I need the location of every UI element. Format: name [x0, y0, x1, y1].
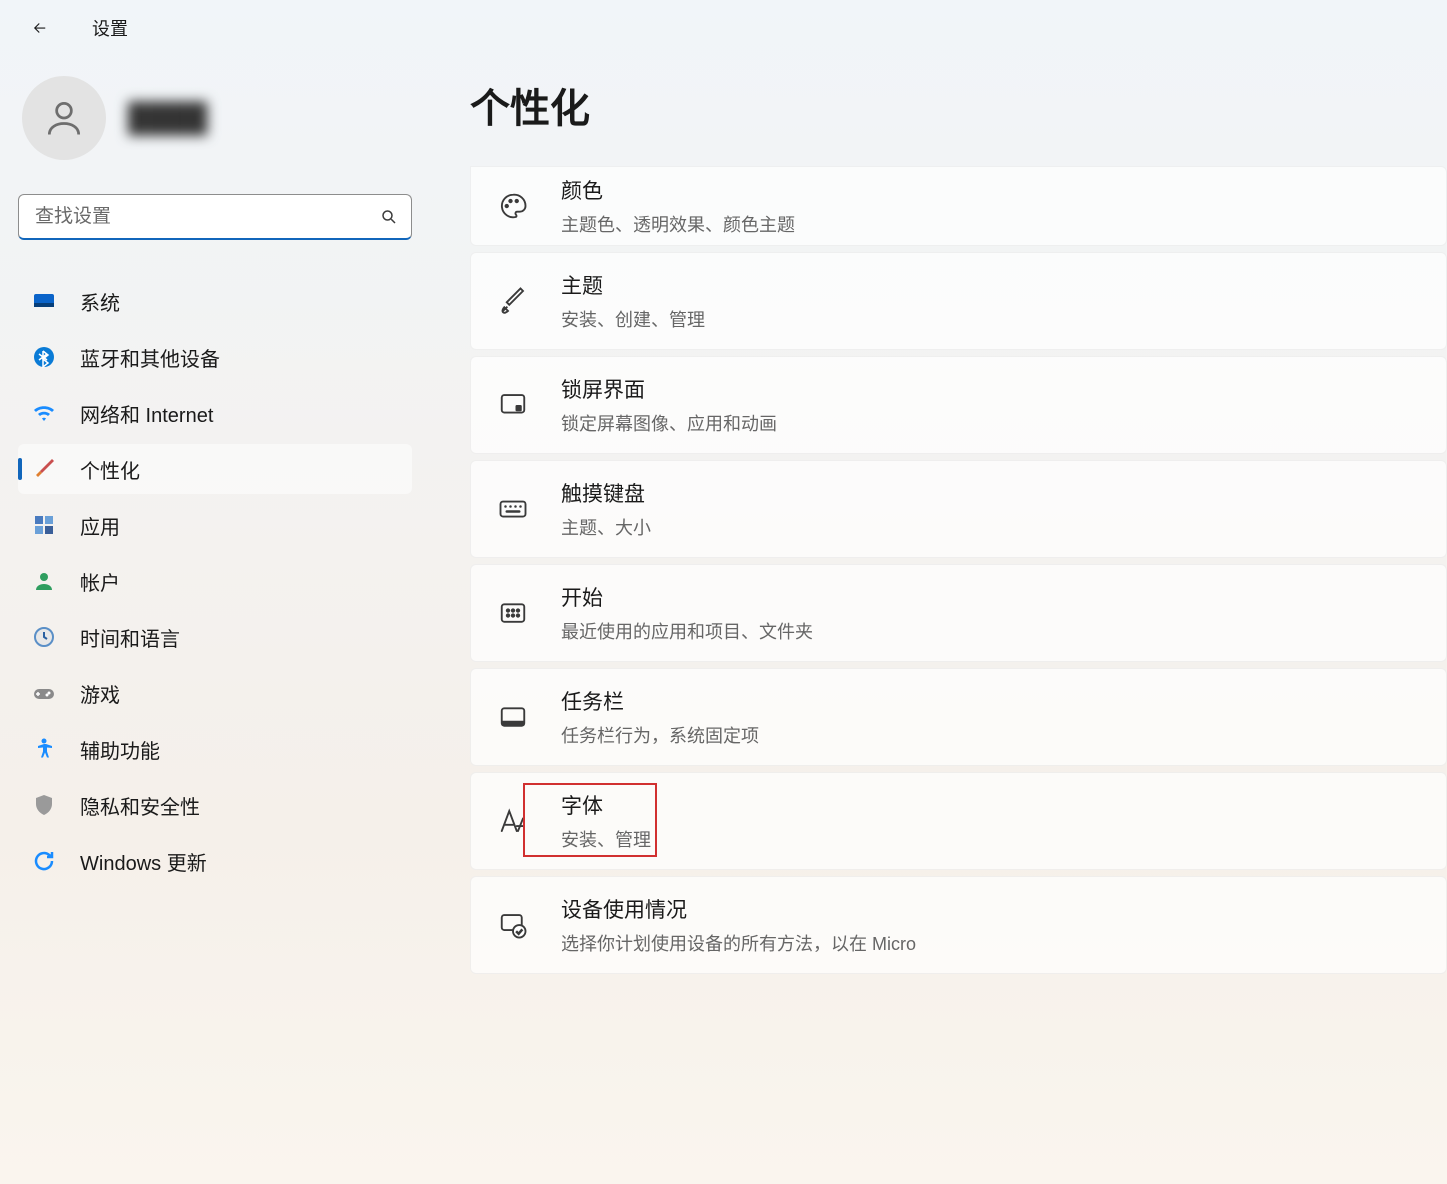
lockscreen-icon — [495, 387, 531, 423]
card-colors[interactable]: 颜色 主题色、透明效果、颜色主题 — [470, 166, 1447, 246]
card-start[interactable]: 开始 最近使用的应用和项目、文件夹 — [470, 564, 1447, 662]
paintbrush-icon — [32, 457, 56, 481]
card-subtitle: 任务栏行为，系统固定项 — [561, 722, 759, 748]
sidebar-item-apps[interactable]: 应用 — [18, 500, 412, 550]
sidebar-item-personalization[interactable]: 个性化 — [18, 444, 412, 494]
card-subtitle: 锁定屏幕图像、应用和动画 — [561, 410, 777, 436]
titlebar-title: 设置 — [92, 15, 128, 41]
gamepad-icon — [32, 681, 56, 705]
nav-label: 帐户 — [80, 567, 120, 596]
nav-label: 个性化 — [80, 455, 140, 484]
start-icon — [495, 595, 531, 631]
card-subtitle: 安装、管理 — [561, 826, 651, 852]
shield-icon — [32, 793, 56, 817]
palette-icon — [495, 188, 531, 224]
nav-label: Windows 更新 — [80, 847, 207, 876]
sidebar-item-system[interactable]: 系统 — [18, 276, 412, 326]
card-taskbar[interactable]: 任务栏 任务栏行为，系统固定项 — [470, 668, 1447, 766]
card-subtitle: 最近使用的应用和项目、文件夹 — [561, 618, 813, 644]
sidebar-item-gaming[interactable]: 游戏 — [18, 668, 412, 718]
brush-icon — [495, 283, 531, 319]
nav-label: 时间和语言 — [80, 623, 180, 652]
nav-label: 辅助功能 — [80, 735, 160, 764]
account-icon — [32, 569, 56, 593]
search-icon — [380, 208, 398, 226]
card-title: 触摸键盘 — [561, 478, 651, 508]
nav-label: 网络和 Internet — [80, 399, 213, 428]
card-subtitle: 主题、大小 — [561, 514, 651, 540]
sidebar-item-privacy[interactable]: 隐私和安全性 — [18, 780, 412, 830]
apps-icon — [32, 513, 56, 537]
profile-section[interactable]: ████ — [18, 76, 412, 160]
main-content: 个性化 颜色 主题色、透明效果、颜色主题 主题 安装、创建、管理 锁屏 — [430, 56, 1447, 1184]
card-lockscreen[interactable]: 锁屏界面 锁定屏幕图像、应用和动画 — [470, 356, 1447, 454]
search-input[interactable] — [18, 194, 412, 240]
sidebar-item-update[interactable]: Windows 更新 — [18, 836, 412, 886]
card-title: 开始 — [561, 582, 813, 612]
card-themes[interactable]: 主题 安装、创建、管理 — [470, 252, 1447, 350]
nav-label: 游戏 — [80, 679, 120, 708]
arrow-left-icon — [31, 19, 49, 37]
card-subtitle: 主题色、透明效果、颜色主题 — [561, 211, 795, 237]
accessibility-icon — [32, 737, 56, 761]
card-fonts[interactable]: 字体 安装、管理 — [470, 772, 1447, 870]
clock-globe-icon — [32, 625, 56, 649]
sidebar-item-accounts[interactable]: 帐户 — [18, 556, 412, 606]
card-subtitle: 选择你计划使用设备的所有方法，以在 Micro — [561, 930, 916, 956]
bluetooth-icon — [32, 345, 56, 369]
titlebar: 设置 — [0, 0, 1447, 56]
nav-label: 应用 — [80, 511, 120, 540]
nav-label: 系统 — [80, 287, 120, 316]
card-touchkeyboard[interactable]: 触摸键盘 主题、大小 — [470, 460, 1447, 558]
profile-name: ████ — [128, 102, 207, 134]
nav-label: 隐私和安全性 — [80, 791, 200, 820]
person-icon — [42, 96, 86, 140]
card-list: 颜色 主题色、透明效果、颜色主题 主题 安装、创建、管理 锁屏界面 锁定屏幕图像… — [470, 166, 1447, 974]
wifi-icon — [32, 401, 56, 425]
nav: 系统 蓝牙和其他设备 网络和 Internet 个性化 应用 帐户 — [18, 276, 412, 886]
fonts-icon — [495, 803, 531, 839]
sidebar-item-network[interactable]: 网络和 Internet — [18, 388, 412, 438]
sidebar-item-accessibility[interactable]: 辅助功能 — [18, 724, 412, 774]
taskbar-icon — [495, 699, 531, 735]
card-device-usage[interactable]: 设备使用情况 选择你计划使用设备的所有方法，以在 Micro — [470, 876, 1447, 974]
sidebar-item-bluetooth[interactable]: 蓝牙和其他设备 — [18, 332, 412, 382]
nav-label: 蓝牙和其他设备 — [80, 343, 220, 372]
page-title: 个性化 — [470, 76, 1447, 134]
card-title: 主题 — [561, 270, 705, 300]
card-title: 设备使用情况 — [561, 894, 916, 924]
update-icon — [32, 849, 56, 873]
avatar — [22, 76, 106, 160]
sidebar: ████ 系统 蓝牙和其他设备 网络和 Internet 个性化 — [0, 56, 430, 1184]
card-title: 任务栏 — [561, 686, 759, 716]
card-subtitle: 安装、创建、管理 — [561, 306, 705, 332]
card-title: 字体 — [561, 790, 651, 820]
device-usage-icon — [495, 907, 531, 943]
sidebar-item-time-language[interactable]: 时间和语言 — [18, 612, 412, 662]
back-button[interactable] — [20, 8, 60, 48]
keyboard-icon — [495, 491, 531, 527]
card-title: 颜色 — [561, 175, 795, 205]
system-icon — [32, 289, 56, 313]
search-wrap — [18, 194, 412, 240]
card-title: 锁屏界面 — [561, 374, 777, 404]
